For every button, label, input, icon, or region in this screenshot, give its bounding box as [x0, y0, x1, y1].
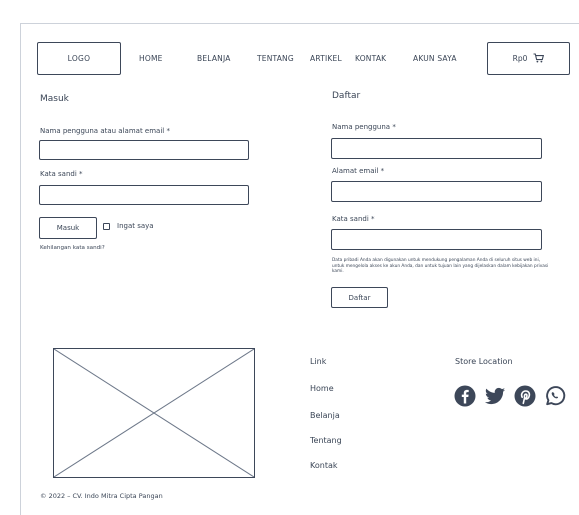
facebook-icon[interactable] — [454, 385, 476, 407]
nav-akun-saya[interactable]: AKUN SAYA — [413, 54, 457, 63]
cart-button[interactable]: Rp0 — [487, 42, 570, 75]
footer-link-belanja[interactable]: Belanja — [310, 411, 340, 420]
image-placeholder — [53, 348, 255, 478]
nav-belanja[interactable]: BELANJA — [197, 54, 231, 63]
footer-link-kontak[interactable]: Kontak — [310, 461, 337, 470]
cart-total: Rp0 — [512, 54, 528, 63]
whatsapp-icon[interactable] — [544, 385, 566, 407]
nav-kontak[interactable]: KONTAK — [355, 54, 386, 63]
copyright: © 2022 – CV. Indo Mitra Cipta Pangan — [40, 492, 163, 500]
cart-icon — [533, 52, 545, 65]
login-title: Masuk — [40, 94, 69, 104]
privacy-notice: Data pribadi Anda akan digunakan untuk m… — [332, 258, 549, 275]
remember-checkbox[interactable] — [103, 223, 110, 230]
twitter-icon[interactable] — [484, 385, 506, 407]
register-submit-button[interactable]: Daftar — [331, 287, 388, 308]
store-location-title: Store Location — [455, 357, 513, 366]
social-icons — [454, 385, 566, 407]
pinterest-icon[interactable] — [514, 385, 536, 407]
remember-label[interactable]: Ingat saya — [117, 222, 154, 230]
login-password-label: Kata sandi * — [40, 170, 83, 178]
register-email-input[interactable] — [331, 181, 542, 202]
register-username-input[interactable] — [331, 138, 542, 159]
nav-home[interactable]: HOME — [139, 54, 163, 63]
lost-password-link[interactable]: Kehilangan kata sandi? — [40, 245, 105, 251]
login-username-label: Nama pengguna atau alamat email * — [40, 127, 170, 135]
register-password-label: Kata sandi * — [332, 215, 375, 223]
register-submit-label: Daftar — [348, 293, 371, 302]
logo[interactable]: LOGO — [37, 42, 121, 75]
register-email-label: Alamat email * — [332, 167, 385, 175]
login-username-input[interactable] — [39, 140, 249, 160]
register-username-label: Nama pengguna * — [332, 123, 396, 131]
logo-text: LOGO — [67, 54, 91, 63]
nav-tentang[interactable]: TENTANG — [257, 54, 294, 63]
login-submit-label: Masuk — [56, 224, 80, 232]
image-placeholder-cross — [53, 348, 255, 478]
register-password-input[interactable] — [331, 229, 542, 250]
footer-links-title: Link — [310, 357, 327, 366]
register-title: Daftar — [332, 91, 361, 101]
nav-artikel[interactable]: ARTIKEL — [310, 54, 342, 63]
footer-link-home[interactable]: Home — [310, 384, 334, 393]
footer-link-tentang[interactable]: Tentang — [310, 436, 342, 445]
login-submit-button[interactable]: Masuk — [39, 217, 97, 239]
login-password-input[interactable] — [39, 185, 249, 205]
